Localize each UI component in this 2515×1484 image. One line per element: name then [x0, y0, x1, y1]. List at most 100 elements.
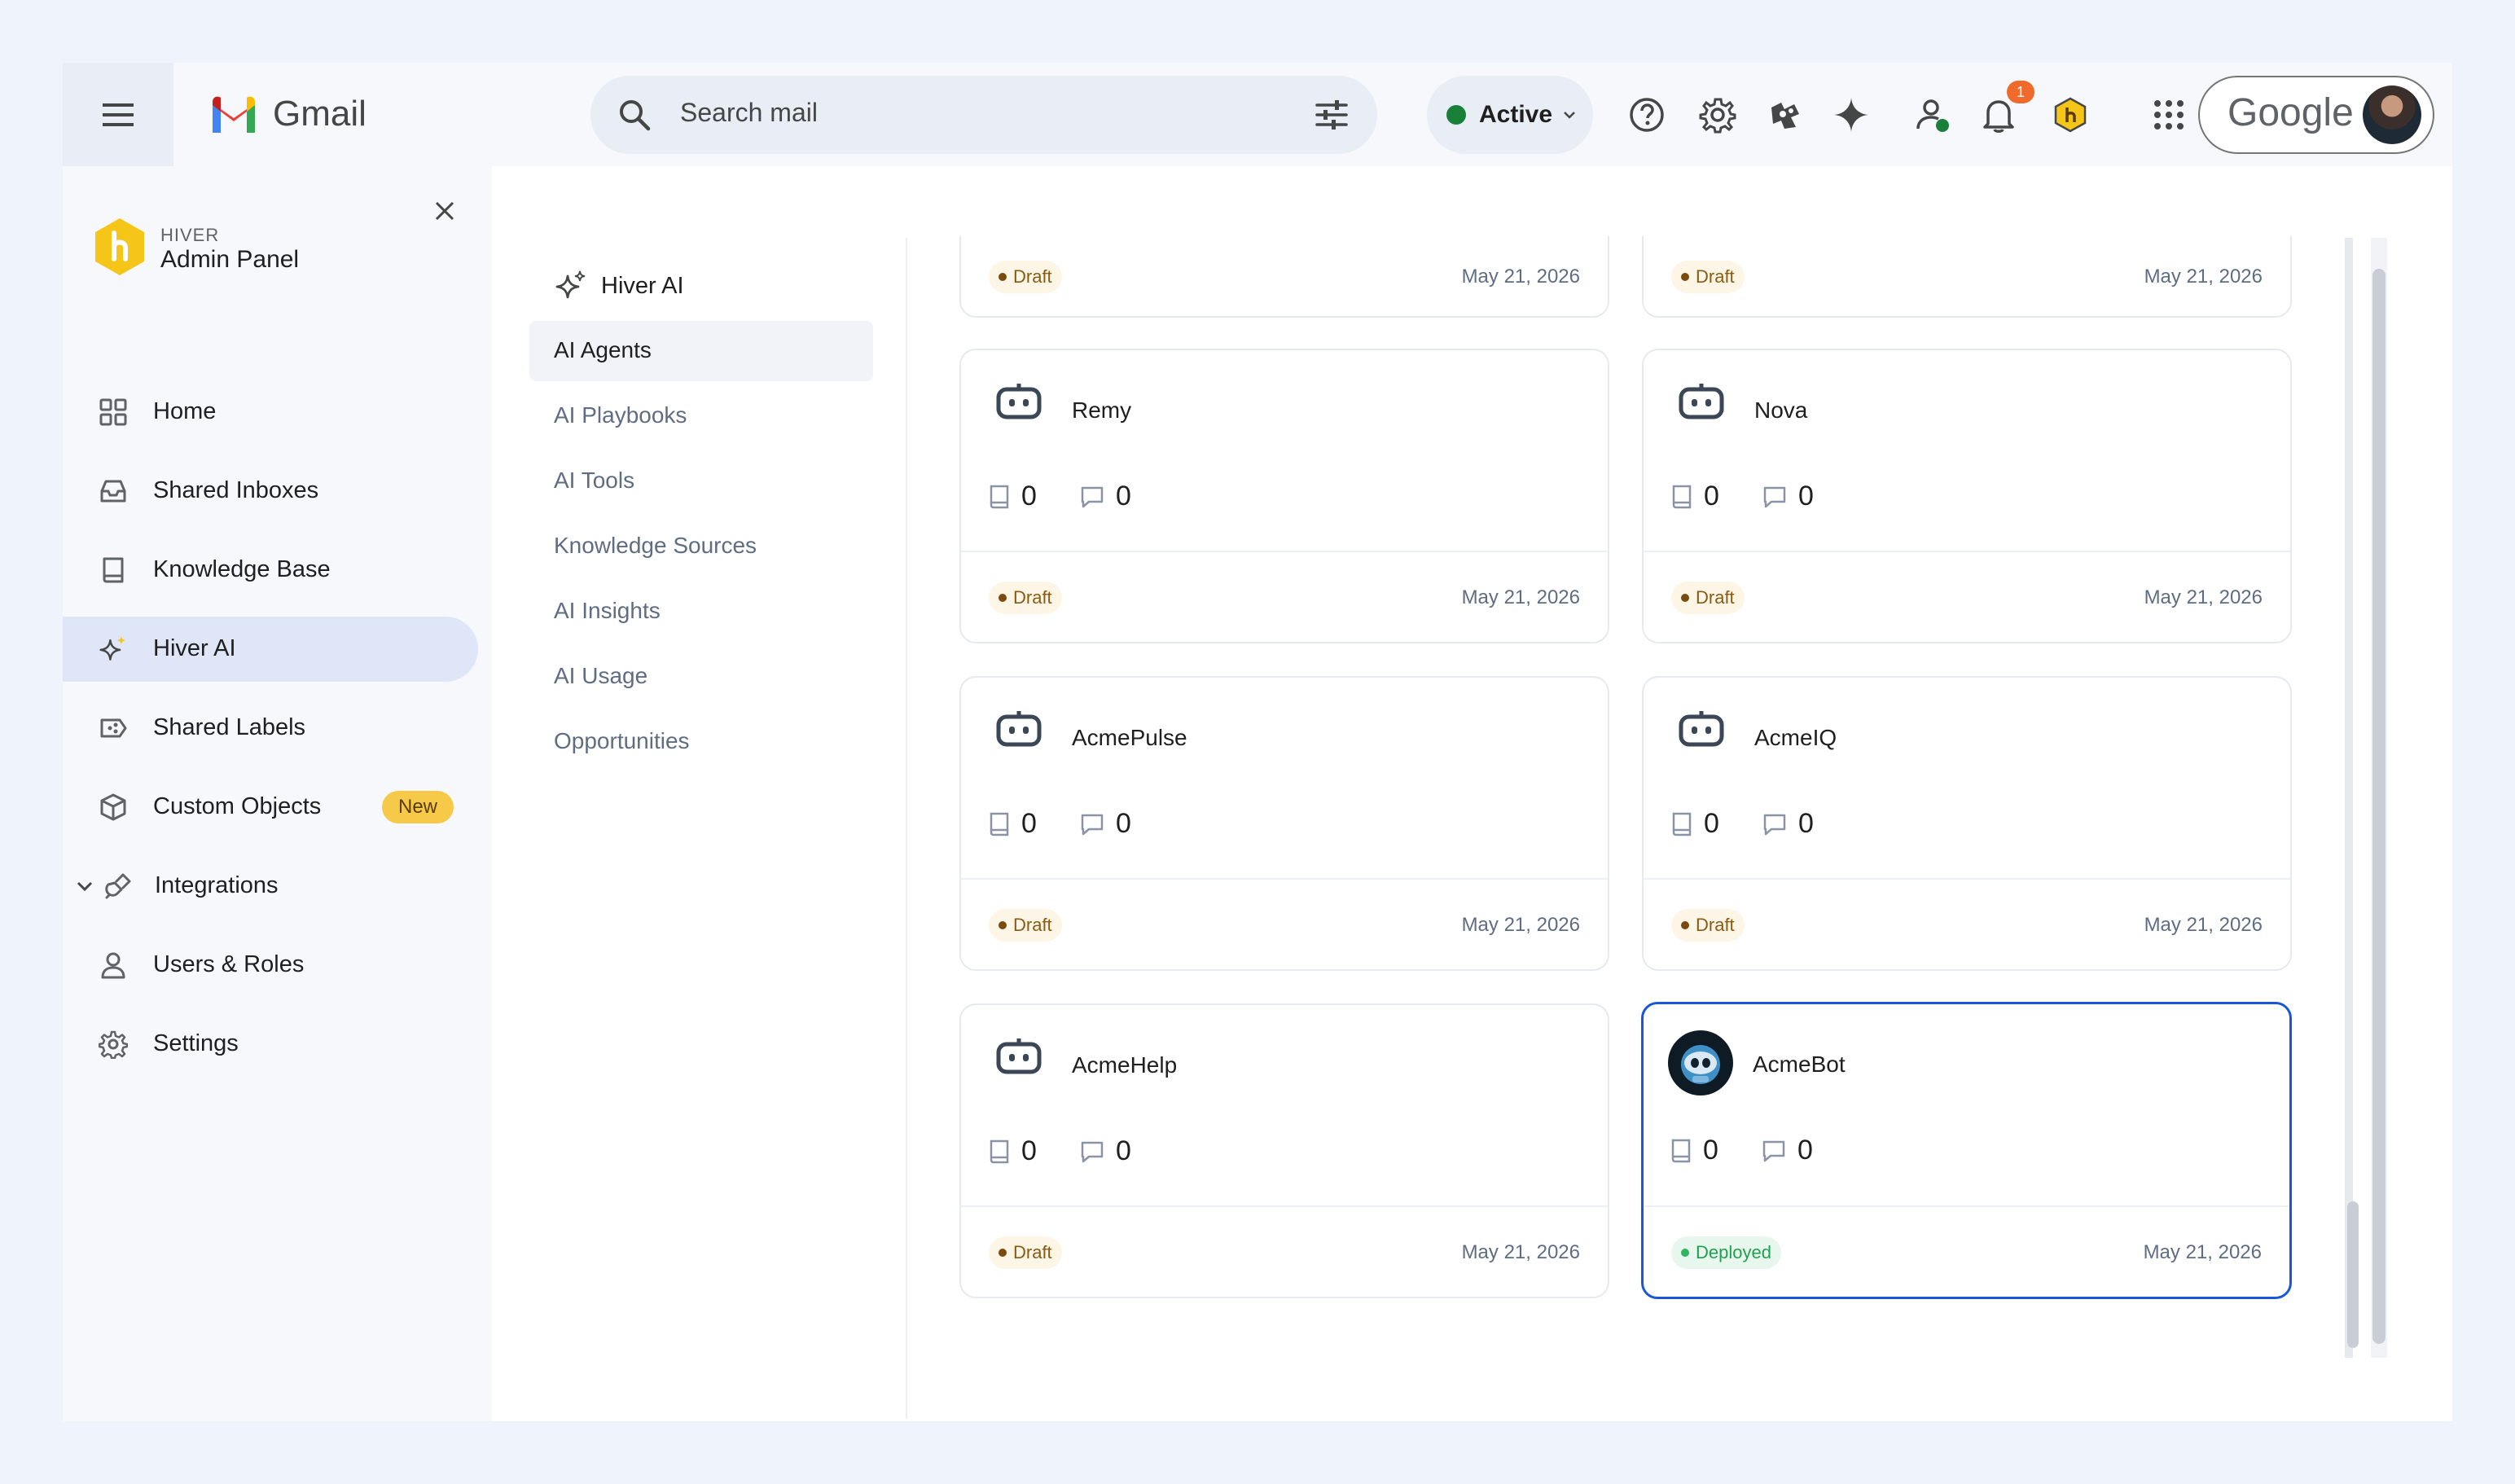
agent-name: Remy [1072, 397, 1132, 423]
sidebar-item-label: Integrations [155, 872, 279, 898]
brand-eyebrow: HIVER [160, 225, 220, 245]
chat-icon [1081, 814, 1104, 835]
inner-scroll-track [2345, 238, 2353, 1358]
search-input[interactable]: Search mail [680, 98, 818, 128]
book-icon [1672, 812, 1692, 836]
subnav-item-opportunities[interactable]: Opportunities [529, 712, 873, 772]
subnav-item-label: Opportunities [554, 728, 690, 753]
subnav-item-label: AI Tools [554, 468, 635, 493]
sidebar-item-home[interactable]: Home [63, 380, 478, 445]
agent-card-acmepulse[interactable]: AcmePulse 0 0 Draft May 21, 2026 [959, 676, 1609, 971]
hiver-apps-button[interactable] [1762, 92, 1808, 138]
subnav-item-ai-insights[interactable]: AI Insights [529, 582, 873, 642]
hiver-logo-icon [95, 218, 144, 275]
search-icon[interactable] [617, 97, 652, 133]
subnav-item-ai-usage[interactable]: AI Usage [529, 647, 873, 707]
notification-count-badge: 1 [2007, 81, 2034, 103]
chat-icon [1081, 1141, 1104, 1162]
book-icon [990, 485, 1009, 508]
sidebar-item-integrations[interactable]: Integrations [63, 854, 478, 919]
contacts-status-button[interactable] [1911, 92, 1956, 138]
knowledge-count: 0 [989, 481, 1037, 512]
subnav-item-ai-agents[interactable]: AI Agents [529, 321, 873, 381]
agent-card-acmebot[interactable]: AcmeBot 0 0 Deployed May 21, 2026 [1641, 1002, 2292, 1299]
sidebar-item-settings[interactable]: Settings [63, 1012, 478, 1077]
agent-card-nova[interactable]: Nova 0 0 Draft May 21, 2026 [1642, 349, 2292, 643]
search-bar[interactable]: Search mail [590, 76, 1377, 154]
sidebar-item-users-roles[interactable]: Users & Roles [63, 933, 478, 998]
bot-icon [1679, 384, 1724, 419]
sidebar-item-custom-objects[interactable]: Custom Objects New [63, 775, 478, 840]
gemini-button[interactable] [1828, 92, 1874, 138]
agent-avatar [1668, 1030, 1733, 1095]
search-options-icon[interactable] [1314, 97, 1350, 133]
sidebar-item-label: Users & Roles [153, 951, 305, 977]
conversation-count: 0 [1762, 1135, 1813, 1166]
status-badge: Deployed [1671, 1236, 1781, 1269]
agent-date: May 21, 2026 [2144, 586, 2263, 608]
book-icon [990, 812, 1009, 836]
agent-date: May 21, 2026 [1461, 914, 1580, 936]
agent-card-remy[interactable]: Remy 0 0 Draft May 21, 2026 [959, 349, 1609, 643]
agent-card-acmehelp[interactable]: AcmeHelp 0 0 Draft May 21, 2026 [959, 1003, 1609, 1298]
conversation-count: 0 [1080, 481, 1131, 512]
sidebar-item-knowledge-base[interactable]: Knowledge Base [63, 538, 478, 603]
sidebar-item-label: Custom Objects [153, 793, 322, 819]
subnav-item-knowledge-sources[interactable]: Knowledge Sources [529, 516, 873, 577]
agent-card-acmeiq[interactable]: AcmeIQ 0 0 Draft May 21, 2026 [1642, 676, 2292, 971]
status-badge: Draft [989, 582, 1062, 614]
conversation-count: 0 [1080, 1135, 1131, 1167]
subnav-header: Hiver AI [554, 269, 684, 303]
agent-card-partial[interactable]: Draft May 21, 2026 [959, 236, 1609, 318]
settings-button[interactable] [1695, 92, 1740, 138]
book-icon [1672, 485, 1692, 508]
hiver-extension-button[interactable] [2048, 92, 2093, 138]
sidebar-item-shared-labels[interactable]: Shared Labels [63, 696, 478, 761]
status-dropdown[interactable]: Active [1427, 76, 1593, 154]
plug-icon [103, 872, 133, 901]
outer-scrollbar-thumb[interactable] [2372, 269, 2386, 1344]
google-apps-button[interactable] [2146, 92, 2192, 138]
grid-icon [99, 397, 128, 427]
hiver-hex-icon [2054, 97, 2087, 133]
brand-title: Admin Panel [160, 246, 300, 273]
agent-card-partial[interactable]: Draft May 21, 2026 [1642, 236, 2292, 318]
knowledge-count: 0 [1670, 1135, 1718, 1166]
subnav-title: Hiver AI [601, 272, 684, 299]
sidebar-item-label: Knowledge Base [153, 556, 331, 582]
agent-name: AcmeBot [1753, 1052, 1846, 1077]
agent-date: May 21, 2026 [2144, 914, 2263, 936]
sidebar-item-label: Shared Labels [153, 714, 306, 740]
inner-scrollbar-thumb[interactable] [2347, 1201, 2359, 1348]
bot-icon [996, 711, 1042, 747]
user-icon [99, 951, 128, 980]
help-icon [1630, 98, 1664, 132]
subnav-item-ai-tools[interactable]: AI Tools [529, 451, 873, 511]
gmail-wordmark: Gmail [273, 94, 366, 134]
close-icon[interactable] [434, 200, 455, 222]
status-badge: Draft [989, 909, 1062, 942]
sidebar-item-label: Shared Inboxes [153, 477, 319, 503]
gmail-m-icon [213, 96, 255, 133]
subnav-item-ai-playbooks[interactable]: AI Playbooks [529, 386, 873, 446]
gmail-top-bar: Gmail Search mail Active 1 Google [63, 63, 2452, 166]
sidebar-item-hiver-ai[interactable]: Hiver AI [63, 617, 478, 682]
google-account-button[interactable]: Google [2198, 76, 2434, 154]
conversation-count: 0 [1762, 481, 1814, 512]
chat-icon [1762, 1140, 1785, 1161]
book-icon [990, 1139, 1009, 1163]
conversation-count: 0 [1080, 808, 1131, 840]
chevron-down-icon[interactable] [76, 878, 94, 894]
chat-icon [1763, 814, 1786, 835]
subnav-item-label: AI Playbooks [554, 402, 687, 428]
main-menu-button[interactable] [63, 63, 173, 166]
bot-icon [1679, 711, 1724, 747]
status-badge: Draft [1671, 909, 1745, 942]
agent-date: May 21, 2026 [2143, 1241, 2262, 1263]
google-wordmark: Google [2228, 91, 2354, 134]
help-button[interactable] [1624, 92, 1670, 138]
sidebar-item-shared-inboxes[interactable]: Shared Inboxes [63, 459, 478, 524]
gmail-logo[interactable]: Gmail [209, 94, 366, 134]
status-badge: Draft [989, 1236, 1062, 1269]
subnav-item-label: AI Insights [554, 598, 661, 623]
